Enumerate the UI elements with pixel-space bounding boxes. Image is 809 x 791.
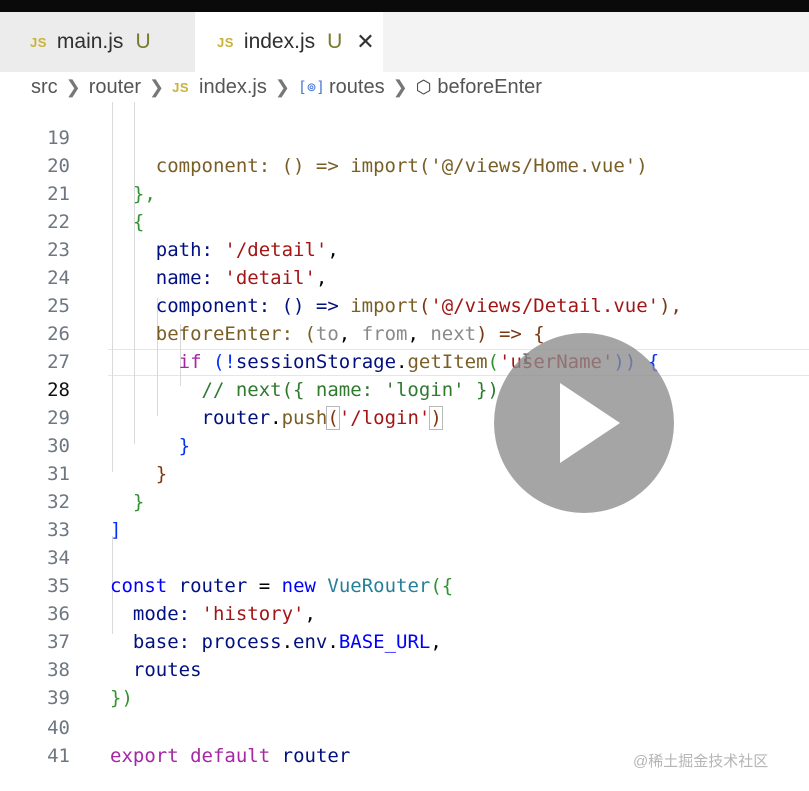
code-line: 27 // next({ name: 'login' }) — [0, 320, 809, 401]
code-line: 21 { — [0, 152, 809, 233]
play-icon — [560, 383, 620, 463]
code-line: 31 } — [0, 432, 809, 513]
chevron-right-icon: ❯ — [149, 76, 165, 97]
chevron-right-icon: ❯ — [65, 76, 81, 97]
close-icon[interactable]: ✕ — [356, 29, 374, 55]
code-line: 24 component: () => import('@/views/Deta… — [0, 236, 809, 317]
tab-label: main.js — [56, 30, 124, 53]
code-line: 38 }) — [0, 628, 809, 709]
untracked-badge: U — [135, 30, 151, 53]
breadcrumb-item-router[interactable]: router — [89, 76, 141, 99]
code-line: 23 name: 'detail', — [0, 208, 809, 289]
code-line: 20 }, — [0, 124, 809, 205]
code-line: 26 if (!sessionStorage.getItem('userName… — [0, 292, 809, 373]
chevron-right-icon: ❯ — [274, 76, 290, 97]
line-number: 41 — [47, 745, 70, 767]
breadcrumb-item-file[interactable]: index.js — [199, 76, 267, 99]
tab-main-js[interactable]: JS main.js U — [0, 12, 195, 72]
code-line: 32 ] — [0, 460, 809, 541]
method-cube-icon: ⬡ — [415, 76, 432, 97]
code-token: export — [110, 745, 179, 767]
code-token: default — [190, 745, 271, 767]
code-line: 29 } — [0, 376, 809, 457]
code-token: router — [281, 745, 351, 767]
code-line: 39 — [0, 656, 809, 709]
code-editor[interactable]: 19 component: () => import('@/views/Home… — [0, 102, 809, 791]
watermark: @稀土掘金技术社区 — [633, 753, 769, 770]
chevron-right-icon: ❯ — [392, 76, 408, 97]
tab-bar: JS main.js U JS index.js U ✕ — [0, 12, 809, 72]
window-top-bar — [0, 0, 809, 12]
code-line: 34 const router = new VueRouter({ — [0, 516, 809, 597]
code-line: 22 path: '/detail', — [0, 180, 809, 261]
js-file-icon: JS — [30, 34, 47, 50]
breadcrumb-item-routes[interactable]: routes — [329, 76, 385, 99]
tab-label: index.js — [243, 30, 316, 53]
breadcrumb: src ❯ router ❯ JS index.js ❯ [⊚] routes … — [0, 72, 809, 102]
code-line: 36 base: process.env.BASE_URL, — [0, 572, 809, 653]
code-line: 37 routes — [0, 600, 809, 681]
code-line: 40 export default router — [0, 686, 809, 767]
code-line: 25 beforeEnter: (to, from, next) => { — [0, 264, 809, 345]
variable-symbol-icon: [⊚] — [297, 78, 326, 96]
breadcrumb-item-method[interactable]: beforeEnter — [437, 76, 542, 99]
untracked-badge: U — [327, 30, 343, 53]
breadcrumb-item-src[interactable]: src — [31, 76, 58, 99]
code-line: 41 — [0, 714, 809, 767]
code-line: 33 — [0, 488, 809, 541]
js-file-icon: JS — [217, 34, 234, 50]
play-button[interactable] — [494, 333, 674, 513]
code-line: 19 component: () => import('@/views/Home… — [0, 102, 809, 177]
code-line: 30 } — [0, 404, 809, 485]
code-line: 35 mode: 'history', — [0, 544, 809, 625]
code-line-active: 28 router.push('/login') — [0, 348, 809, 430]
js-file-icon: JS — [172, 79, 190, 95]
tab-index-js[interactable]: JS index.js U ✕ — [195, 12, 383, 72]
